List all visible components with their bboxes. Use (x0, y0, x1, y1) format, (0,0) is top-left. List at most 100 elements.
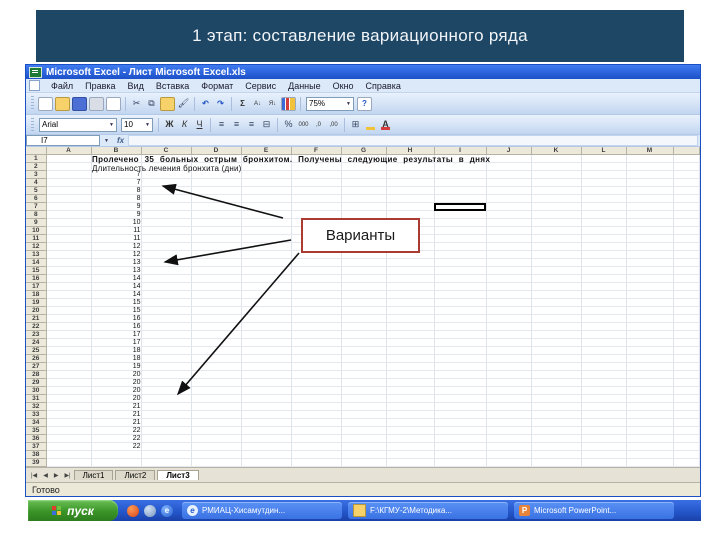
menu-item-2[interactable]: Правка (79, 81, 121, 91)
menu-item-1[interactable]: Файл (45, 81, 79, 91)
column-header-H[interactable]: H (386, 147, 435, 155)
cell-D21[interactable] (191, 314, 242, 323)
cell-A13[interactable] (46, 250, 92, 259)
cell-F32[interactable] (291, 402, 342, 411)
cell-M7[interactable] (626, 202, 674, 211)
cell-C9[interactable] (141, 218, 192, 227)
cell-H27[interactable] (386, 362, 435, 371)
cell-F15[interactable] (291, 266, 342, 275)
cell-C18[interactable] (141, 290, 192, 299)
cell-E37[interactable] (241, 442, 292, 451)
cell-M34[interactable] (626, 418, 674, 427)
sort-ascending-icon[interactable]: А↓ (251, 98, 264, 110)
cell-C29[interactable] (141, 378, 192, 387)
internet-explorer-quick-launch-icon[interactable]: e (161, 504, 173, 517)
cell-M21[interactable] (626, 314, 674, 323)
cell-E31[interactable] (241, 394, 292, 403)
cell-K24[interactable] (531, 338, 582, 347)
cell-D18[interactable] (191, 290, 242, 299)
cell-L2[interactable] (581, 162, 627, 171)
cell-J9[interactable] (486, 218, 532, 227)
cell-E38[interactable] (241, 450, 292, 459)
cell-L32[interactable] (581, 402, 627, 411)
cell-M38[interactable] (626, 450, 674, 459)
cell-J3[interactable] (486, 170, 532, 179)
cell-J1[interactable] (486, 154, 532, 163)
cell-H22[interactable] (386, 322, 435, 331)
cell-C16[interactable] (141, 274, 192, 283)
cell-J14[interactable] (486, 258, 532, 267)
cell-E32[interactable] (241, 402, 292, 411)
cell-B22[interactable]: 16 (91, 322, 142, 331)
row-header-33[interactable]: 33 (26, 410, 47, 419)
cell-H28[interactable] (386, 370, 435, 379)
italic-button[interactable]: К (178, 119, 191, 131)
cell-E17[interactable] (241, 282, 292, 291)
cell-A1[interactable] (46, 154, 92, 163)
cell-F4[interactable] (291, 178, 342, 187)
align-right-icon[interactable]: ≡ (245, 119, 258, 131)
sheet-tab-1[interactable]: Лист1 (73, 469, 114, 480)
cell-J31[interactable] (486, 394, 532, 403)
comma-style-icon[interactable]: 000 (297, 119, 310, 131)
cell-M36[interactable] (626, 434, 674, 443)
cell-F33[interactable] (291, 410, 342, 419)
cell-E22[interactable] (241, 322, 292, 331)
cell-L4[interactable] (581, 178, 627, 187)
row-header-37[interactable]: 37 (26, 442, 47, 451)
cell-A38[interactable] (46, 450, 92, 459)
cell-G7[interactable] (341, 202, 387, 211)
cell-G34[interactable] (341, 418, 387, 427)
cell-D24[interactable] (191, 338, 242, 347)
cell-L30[interactable] (581, 386, 627, 395)
cell-M16[interactable] (626, 274, 674, 283)
cell-G30[interactable] (341, 386, 387, 395)
cell-A6[interactable] (46, 194, 92, 203)
cell-M37[interactable] (626, 442, 674, 451)
cell-H39[interactable] (386, 458, 435, 467)
cell-L7[interactable] (581, 202, 627, 211)
row-header-34[interactable]: 34 (26, 418, 47, 427)
paste-icon[interactable] (160, 96, 175, 111)
cell-J4[interactable] (486, 178, 532, 187)
cell-L1[interactable] (581, 154, 627, 163)
cell-J5[interactable] (486, 186, 532, 195)
cell-C8[interactable] (141, 210, 192, 219)
print-icon[interactable] (89, 96, 104, 111)
cell-K18[interactable] (531, 290, 582, 299)
cell-B20[interactable]: 15 (91, 306, 142, 315)
cell-H37[interactable] (386, 442, 435, 451)
cell-H38[interactable] (386, 450, 435, 459)
cell-I37[interactable] (434, 442, 487, 451)
cell-G3[interactable] (341, 170, 387, 179)
cell-H32[interactable] (386, 402, 435, 411)
row-header-17[interactable]: 17 (26, 282, 47, 291)
cell-D16[interactable] (191, 274, 242, 283)
cell-D38[interactable] (191, 450, 242, 459)
cell-J27[interactable] (486, 362, 532, 371)
cell-A11[interactable] (46, 234, 92, 243)
column-header-M[interactable]: M (626, 147, 674, 155)
title-bar[interactable]: Microsoft Excel - Лист Microsoft Excel.x… (26, 65, 700, 79)
cell-I12[interactable] (434, 242, 487, 251)
cell-C24[interactable] (141, 338, 192, 347)
cell-G24[interactable] (341, 338, 387, 347)
sheet-tab-3[interactable]: Лист3 (157, 469, 199, 480)
cell-E18[interactable] (241, 290, 292, 299)
cell-L15[interactable] (581, 266, 627, 275)
cell-J18[interactable] (486, 290, 532, 299)
cell-H7[interactable] (386, 202, 435, 211)
cell-J13[interactable] (486, 250, 532, 259)
cell-G36[interactable] (341, 434, 387, 443)
row-header-11[interactable]: 11 (26, 234, 47, 243)
cell-L37[interactable] (581, 442, 627, 451)
cell-G5[interactable] (341, 186, 387, 195)
cell-M8[interactable] (626, 210, 674, 219)
cell-A31[interactable] (46, 394, 92, 403)
cell-E24[interactable] (241, 338, 292, 347)
cell-K7[interactable] (531, 202, 582, 211)
cell-J32[interactable] (486, 402, 532, 411)
cell-C14[interactable] (141, 258, 192, 267)
cell-G31[interactable] (341, 394, 387, 403)
cell-E20[interactable] (241, 306, 292, 315)
